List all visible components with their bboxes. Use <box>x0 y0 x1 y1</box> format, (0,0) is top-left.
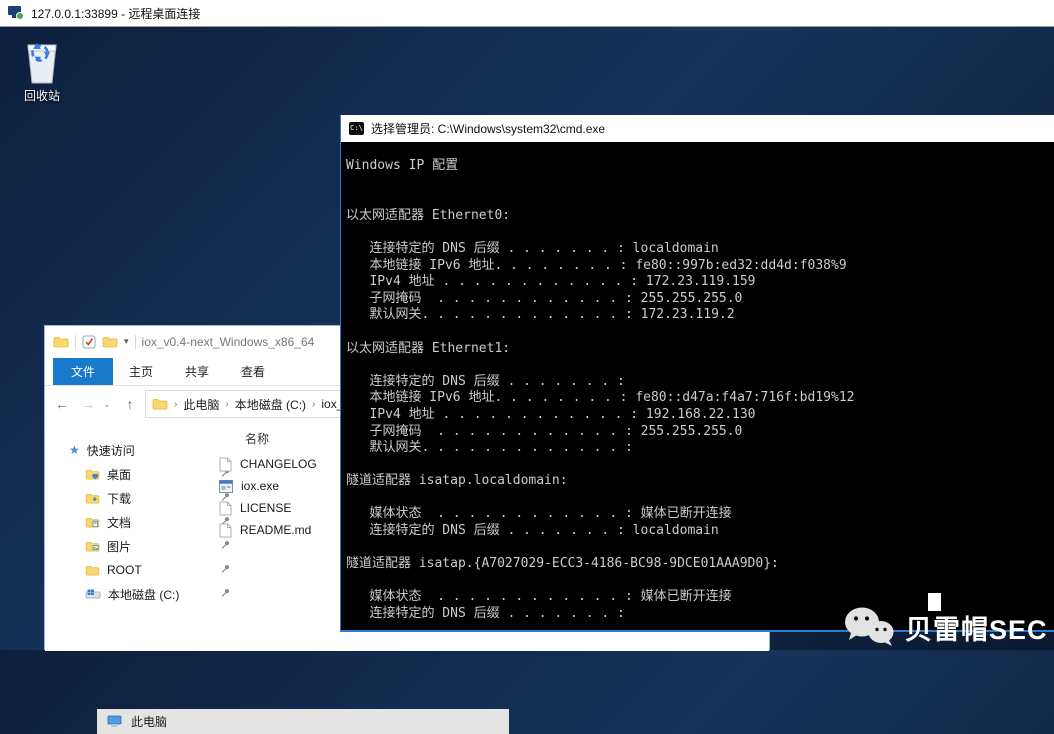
sidebar-item-local-disk-c[interactable]: 本地磁盘 (C:) <box>45 582 210 606</box>
documents-folder-icon <box>85 517 100 528</box>
drive-icon <box>85 589 101 600</box>
breadcrumb-drive-c[interactable]: 本地磁盘 (C:) <box>235 396 306 413</box>
folder-icon <box>85 565 100 576</box>
chevron-right-icon: › <box>172 399 179 410</box>
desktop-folder-icon <box>85 469 100 480</box>
back-button[interactable]: ← <box>51 396 73 412</box>
sidebar-item-label: 下载 <box>107 490 131 507</box>
breadcrumb-this-pc[interactable]: 此电脑 <box>183 396 219 413</box>
watermark: 贝雷帽SEC <box>843 605 1048 649</box>
sidebar-item-desktop[interactable]: 桌面 <box>45 462 210 486</box>
sidebar-item-quick-access[interactable]: ★ 快速访问 <box>45 438 210 462</box>
tab-view[interactable]: 查看 <box>225 358 281 385</box>
watermark-text: 贝雷帽SEC <box>905 608 1048 647</box>
file-row-license[interactable]: LICENSE <box>215 497 291 519</box>
navigation-pane: ★ 快速访问 桌面 <box>45 422 210 651</box>
file-row-iox-exe[interactable]: iox.exe <box>215 475 279 497</box>
rdp-title: 127.0.0.1:33899 - 远程桌面连接 <box>31 5 200 22</box>
up-button[interactable]: ↑ <box>119 396 141 412</box>
cmd-terminal[interactable]: Windows IP 配置 以太网适配器 Ethernet0: 连接特定的 DN… <box>341 142 1054 630</box>
sidebar-item-this-pc[interactable]: 此电脑 <box>97 709 509 734</box>
qat-dropdown-icon[interactable]: ▾ <box>124 336 129 347</box>
rdp-connection-icon <box>8 6 24 20</box>
sidebar-item-label: 桌面 <box>107 466 131 483</box>
cmd-icon: C:\ <box>349 122 364 135</box>
downloads-folder-icon <box>85 493 100 504</box>
file-name: iox.exe <box>241 479 279 493</box>
tab-file[interactable]: 文件 <box>53 358 113 385</box>
recycle-bin-label: 回收站 <box>10 87 74 104</box>
recycle-bin-shortcut[interactable]: 回收站 <box>10 39 74 104</box>
folder-icon <box>53 336 69 348</box>
this-pc-icon <box>107 715 123 728</box>
new-folder-icon[interactable] <box>102 336 118 348</box>
separator <box>75 335 76 349</box>
wechat-icon <box>843 605 895 649</box>
properties-check-icon[interactable] <box>82 335 96 349</box>
column-header-name[interactable]: 名称 <box>245 430 269 447</box>
cmd-titlebar[interactable]: C:\ 选择管理员: C:\Windows\system32\cmd.exe <box>341 115 1054 142</box>
sidebar-item-downloads[interactable]: 下载 <box>45 486 210 510</box>
folder-icon <box>152 398 168 410</box>
history-dropdown-icon[interactable]: ⌄ <box>103 399 115 410</box>
sidebar-item-label: 图片 <box>107 538 131 555</box>
cmd-window: C:\ 选择管理员: C:\Windows\system32\cmd.exe W… <box>340 115 1054 632</box>
forward-button[interactable]: → <box>77 396 99 412</box>
exe-icon <box>219 480 233 493</box>
file-icon <box>219 501 232 516</box>
chevron-right-icon: › <box>310 399 317 410</box>
star-icon: ★ <box>69 443 80 457</box>
cmd-window-title: 选择管理员: C:\Windows\system32\cmd.exe <box>371 120 605 137</box>
pictures-folder-icon <box>85 541 100 552</box>
file-icon <box>219 523 232 538</box>
file-name: LICENSE <box>240 501 291 515</box>
recycle-bin-icon <box>21 39 63 85</box>
file-icon <box>219 457 232 472</box>
separator <box>135 335 136 349</box>
sidebar-item-label: 文档 <box>107 514 131 531</box>
sidebar-item-label: 此电脑 <box>131 713 167 730</box>
file-row-readme[interactable]: README.md <box>215 519 311 541</box>
file-row-changelog[interactable]: CHANGELOG <box>215 453 317 475</box>
remote-desktop: 回收站 ▾ iox_v0.4-next_Windows_x86_64 文件 主页… <box>0 27 1054 650</box>
file-name: README.md <box>240 523 311 537</box>
sidebar-item-documents[interactable]: 文档 <box>45 510 210 534</box>
explorer-window-title: iox_v0.4-next_Windows_x86_64 <box>142 335 315 349</box>
sidebar-item-label: 本地磁盘 (C:) <box>108 586 179 603</box>
chevron-right-icon: › <box>223 399 230 410</box>
sidebar-item-label: 快速访问 <box>87 442 135 459</box>
file-name: CHANGELOG <box>240 457 317 471</box>
rdp-titlebar[interactable]: 127.0.0.1:33899 - 远程桌面连接 <box>0 0 1054 27</box>
tab-share[interactable]: 共享 <box>169 358 225 385</box>
sidebar-item-label: ROOT <box>107 563 142 577</box>
sidebar-item-root[interactable]: ROOT <box>45 558 210 582</box>
cmd-output: Windows IP 配置 以太网适配器 Ethernet0: 连接特定的 DN… <box>341 142 1054 623</box>
sidebar-item-pictures[interactable]: 图片 <box>45 534 210 558</box>
tab-home[interactable]: 主页 <box>113 358 169 385</box>
